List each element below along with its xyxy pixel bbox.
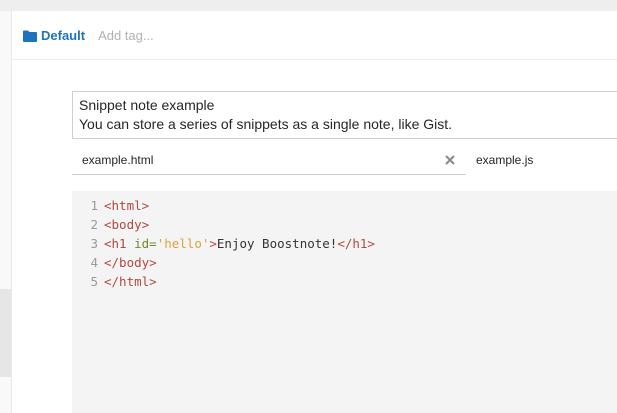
folder-selector[interactable]: Default: [23, 28, 85, 43]
code-token: </body>: [104, 255, 157, 270]
add-tag-input[interactable]: [98, 27, 239, 43]
code-line: 4 </body>: [72, 253, 157, 272]
code-line: 2 <body>: [72, 215, 149, 234]
code-token: Enjoy Boostnote!: [216, 236, 338, 251]
line-number: 1: [90, 198, 98, 213]
tab-label: example.html: [82, 152, 154, 167]
left-border: [11, 11, 12, 413]
description-line-2: You can store a series of snippets as a …: [79, 116, 453, 132]
folder-label: Default: [41, 27, 86, 43]
code-token: id=: [126, 236, 157, 251]
line-number: 3: [90, 236, 98, 251]
code-token: 'hello': [156, 236, 210, 251]
line-number: 2: [90, 217, 98, 232]
code-token: <body>: [104, 217, 150, 232]
left-gutter: [0, 11, 11, 413]
code-token: >: [209, 236, 217, 251]
code-editor[interactable]: 1 <html> 2 <body> 3 <h1 id='hello'>Enjoy Bo…: [72, 191, 617, 413]
description-line-1: Snippet note example: [79, 97, 215, 113]
code-token: </h1>: [337, 236, 375, 251]
folder-icon: [23, 29, 37, 42]
tab-example-js[interactable]: example.js: [466, 145, 617, 175]
description-field[interactable]: Snippet note example You can store a ser…: [72, 91, 617, 139]
close-icon[interactable]: [444, 153, 456, 165]
code-line: 5 </html>: [72, 272, 157, 291]
tab-example-html[interactable]: example.html: [72, 145, 466, 175]
code-token: <html>: [104, 198, 150, 213]
line-number: 5: [90, 274, 98, 289]
code-line: 3 <h1 id='hello'>Enjoy Boostnote!</h1>: [72, 234, 375, 253]
left-gutter-shade: [0, 289, 11, 377]
line-number: 4: [90, 255, 98, 270]
tab-label: example.js: [476, 153, 534, 167]
code-line: 1 <html>: [72, 196, 149, 215]
code-token: <h1: [104, 236, 127, 251]
tag-bar: Default: [12, 11, 617, 60]
code-token: </html>: [104, 274, 157, 289]
top-strip: [0, 0, 617, 11]
